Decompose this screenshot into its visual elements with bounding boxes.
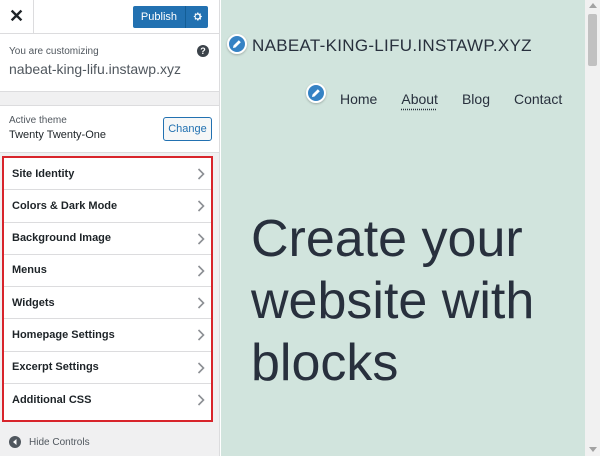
section-menus[interactable]: Menus [4,255,211,287]
customizer-sidebar: ✕ Publish You are customizing nabeat-kin… [0,0,220,456]
hero-heading: Create your website with blocks [251,210,535,392]
section-colors-dark-mode[interactable]: Colors & Dark Mode [4,190,211,223]
site-preview: NABEAT-KING-LIFU.INSTAWP.XYZ Home About … [221,0,585,456]
nav-item-about[interactable]: About [401,91,438,107]
gear-icon [193,12,202,21]
change-theme-button[interactable]: Change [163,117,212,141]
chevron-right-icon [197,200,205,212]
chevron-right-icon [197,361,205,374]
customizer-sections-list: Site Identity Colors & Dark Mode Backgro… [2,156,213,422]
section-site-identity[interactable]: Site Identity [4,158,211,191]
section-label: Menus [12,264,47,277]
customizing-site-name: nabeat-king-lifu.instawp.xyz [9,61,181,77]
section-label: Background Image [12,232,112,245]
edit-site-title-pencil-icon[interactable] [227,34,247,54]
section-label: Widgets [12,296,55,309]
publish-button[interactable]: Publish [132,5,186,28]
chevron-right-icon [197,168,205,180]
section-widgets[interactable]: Widgets [4,287,211,320]
publish-settings-button[interactable] [186,5,208,28]
primary-navigation: Home About Blog Contact [340,91,585,107]
active-theme-panel: Active theme Twenty Twenty-One Change [0,105,219,153]
collapse-left-icon [9,436,21,448]
section-background-image[interactable]: Background Image [4,223,211,255]
chevron-right-icon [197,394,205,406]
nav-item-home[interactable]: Home [340,91,377,107]
edit-menu-pencil-icon[interactable] [306,83,326,103]
chevron-right-icon [197,265,205,277]
section-label: Additional CSS [12,393,92,406]
hide-controls-label: Hide Controls [29,436,90,448]
close-button[interactable]: ✕ [0,0,34,34]
section-label: Excerpt Settings [12,361,99,374]
help-icon[interactable]: ? [197,45,209,57]
site-title[interactable]: NABEAT-KING-LIFU.INSTAWP.XYZ [252,36,532,56]
chevron-right-icon [197,297,205,309]
section-excerpt-settings[interactable]: Excerpt Settings [4,352,211,384]
section-homepage-settings[interactable]: Homepage Settings [4,319,211,352]
nav-item-contact[interactable]: Contact [514,91,562,107]
chevron-right-icon [197,232,205,245]
customizing-label: You are customizing [9,46,99,57]
close-icon: ✕ [8,6,25,26]
scroll-up-arrow-icon[interactable] [589,3,597,8]
customizer-topbar: ✕ Publish [0,0,219,34]
nav-item-blog[interactable]: Blog [462,91,490,107]
customizing-info: You are customizing nabeat-king-lifu.ins… [0,34,219,92]
preview-scrollbar[interactable] [585,0,600,456]
scroll-down-arrow-icon[interactable] [589,447,597,452]
scrollbar-thumb[interactable] [588,14,597,66]
section-additional-css[interactable]: Additional CSS [4,384,211,416]
chevron-right-icon [197,329,205,341]
hide-controls-button[interactable]: Hide Controls [9,436,90,448]
section-label: Colors & Dark Mode [12,199,118,212]
publish-group: Publish [132,5,208,28]
section-label: Homepage Settings [12,328,115,341]
section-label: Site Identity [12,167,75,180]
